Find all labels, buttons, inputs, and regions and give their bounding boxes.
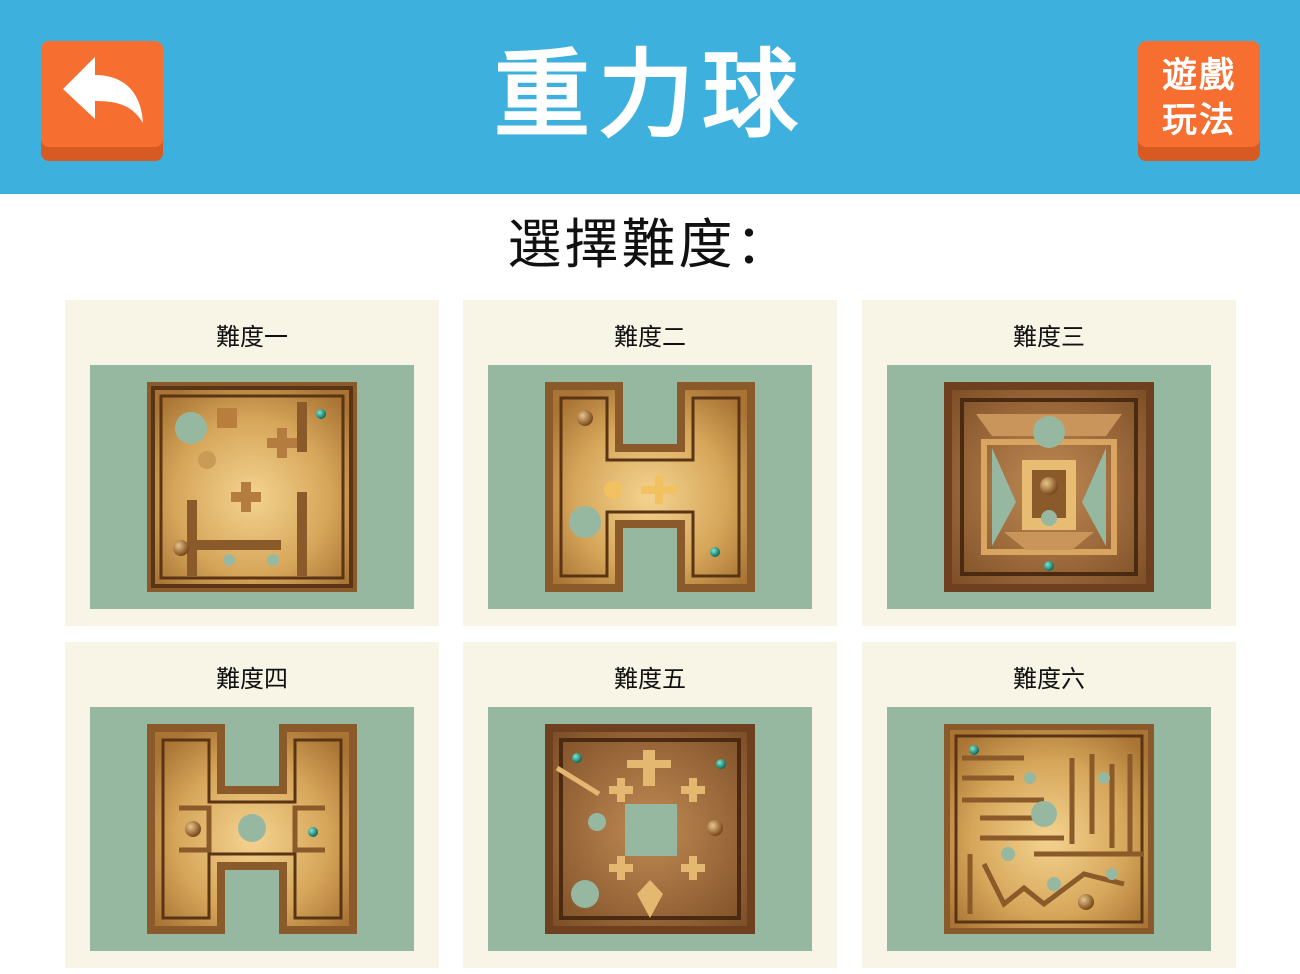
level-card-4[interactable]: 難度四 [65,642,439,968]
maze-board-image [944,382,1154,592]
maze-board-image [545,382,755,592]
how-to-play-label-line1: 遊戲 [1161,56,1236,96]
select-difficulty-heading: 選擇難度： [507,213,793,276]
maze-board-image [147,724,357,934]
level-card-3[interactable]: 難度三 [862,300,1236,626]
maze-board-image [944,724,1154,934]
level-card-6[interactable]: 難度六 [862,642,1236,968]
level-label: 難度三 [1013,323,1085,351]
level-label: 難度四 [216,665,288,693]
level-preview [488,707,812,951]
level-card-5[interactable]: 難度五 [463,642,837,968]
how-to-play-button[interactable]: 遊戲 玩法 [1138,41,1260,161]
level-label: 難度二 [614,323,686,351]
how-to-play-label-line2: 玩法 [1161,101,1236,141]
level-preview [90,365,414,609]
level-label: 難度六 [1013,665,1085,693]
level-label: 難度一 [216,323,288,351]
app-title: 重力球 [494,39,806,151]
level-card-2[interactable]: 難度二 [463,300,837,626]
maze-board-image [545,724,755,934]
level-preview [887,365,1211,609]
maze-board-image [147,382,357,592]
level-preview [887,707,1211,951]
level-card-1[interactable]: 難度一 [65,300,439,626]
level-preview [488,365,812,609]
level-label: 難度五 [614,665,686,693]
level-preview [90,707,414,951]
